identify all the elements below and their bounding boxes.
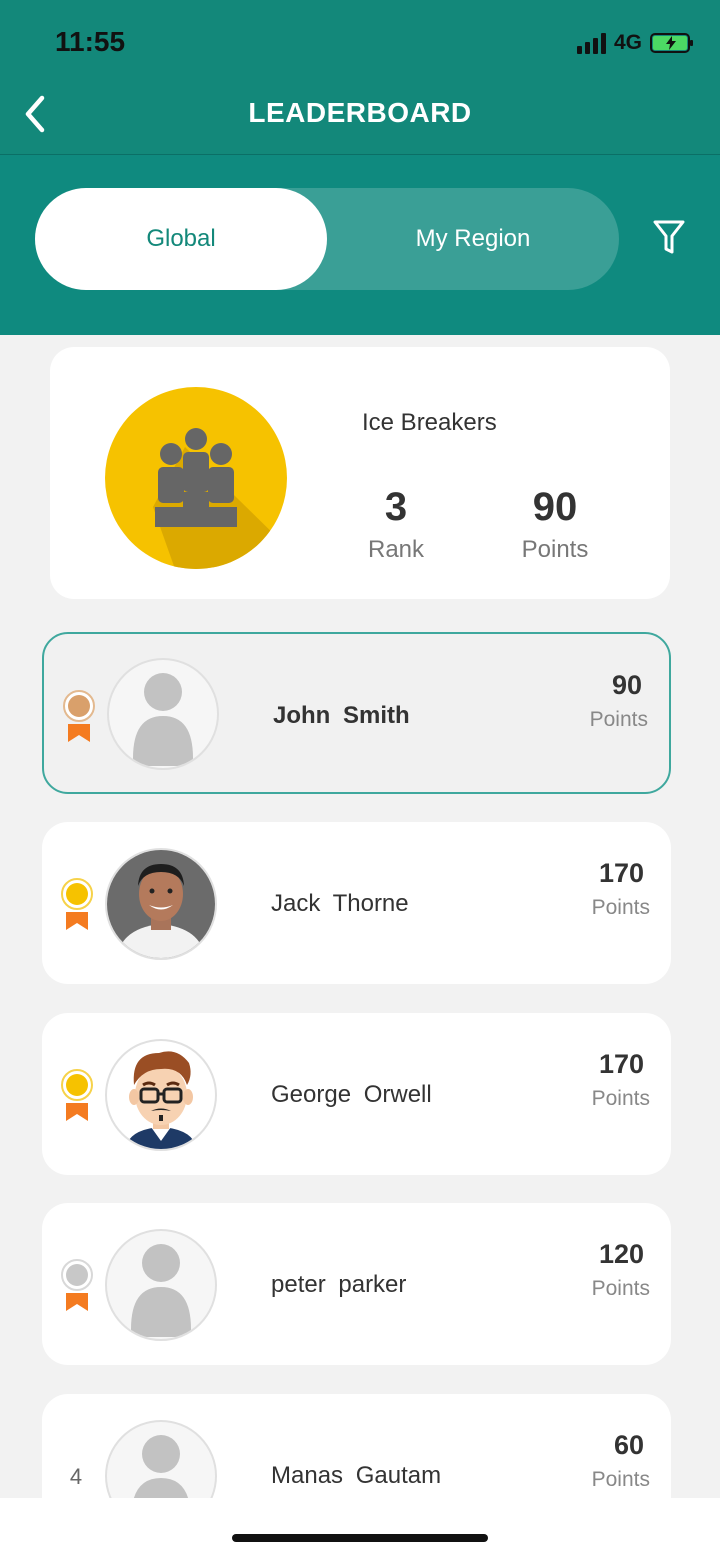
leaderboard-list: John Smith 90 Points Jack Thorne 170 Poi… <box>0 0 720 1498</box>
player-rank: 4 <box>69 1464 83 1489</box>
player-points: 170 <box>598 1049 644 1079</box>
bronze-medal-icon <box>63 690 95 742</box>
user-placeholder-icon <box>133 673 193 766</box>
avatar <box>105 1420 217 1498</box>
player-points-label: Points <box>589 708 648 731</box>
avatar <box>107 658 219 770</box>
home-indicator[interactable] <box>232 1534 488 1542</box>
user-placeholder-icon <box>133 1435 189 1498</box>
player-points: 170 <box>598 858 644 888</box>
player-points-label: Points <box>591 1468 650 1491</box>
player-points: 90 <box>611 670 642 700</box>
silver-medal-icon <box>61 1259 93 1311</box>
avatar-photo <box>105 848 217 960</box>
gold-medal-icon <box>61 1069 93 1121</box>
home-indicator-area <box>0 1498 720 1558</box>
leaderboard-row[interactable]: George Orwell 170 Points <box>42 1013 671 1175</box>
player-points-label: Points <box>591 1277 650 1300</box>
player-name: John Smith <box>273 702 410 729</box>
player-points-label: Points <box>591 1087 650 1110</box>
user-placeholder-icon <box>131 1244 191 1337</box>
player-points: 120 <box>598 1239 644 1269</box>
user-photo-icon <box>107 850 215 958</box>
avatar-cartoon <box>105 1039 217 1151</box>
player-name: George Orwell <box>271 1081 432 1108</box>
player-name: Jack Thorne <box>271 890 409 917</box>
player-points: 60 <box>613 1430 644 1460</box>
cartoon-avatar-icon <box>125 1051 197 1149</box>
player-name: peter parker <box>271 1271 407 1298</box>
player-points-label: Points <box>591 896 650 919</box>
leaderboard-row[interactable]: Jack Thorne 170 Points <box>42 822 671 984</box>
player-name: Manas Gautam <box>271 1462 442 1489</box>
leaderboard-row[interactable]: peter parker 120 Points <box>42 1203 671 1365</box>
leaderboard-row[interactable]: 4 Manas Gautam 60 Points <box>42 1394 671 1498</box>
avatar <box>105 1229 217 1341</box>
gold-medal-icon <box>61 878 93 930</box>
leaderboard-row[interactable]: John Smith 90 Points <box>42 632 671 794</box>
